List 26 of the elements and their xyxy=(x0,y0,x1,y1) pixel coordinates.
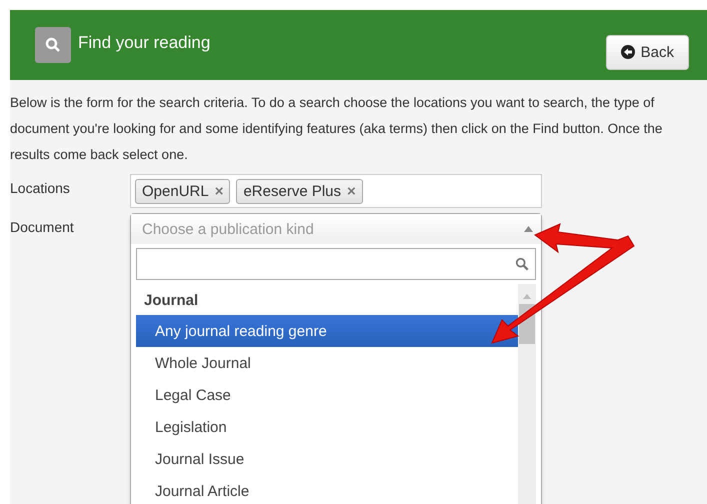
search-icon xyxy=(515,257,529,271)
scroll-up-icon xyxy=(523,294,531,299)
dropdown-placeholder: Choose a publication kind xyxy=(142,220,314,238)
option-group-label: Journal xyxy=(143,291,200,311)
document-dropdown[interactable]: Choose a publication kind Journal Any journal reading genre Whole Journal Legal Case Legislation Journal Issue Journal Article xyxy=(130,213,542,504)
caret-icon xyxy=(524,226,533,232)
remove-tag-button[interactable]: × xyxy=(347,182,356,200)
scrollbar[interactable] xyxy=(518,284,536,504)
dropdown-option[interactable]: Journal Article xyxy=(136,475,518,504)
back-button[interactable]: Back xyxy=(606,34,689,70)
remove-tag-button[interactable]: × xyxy=(214,182,224,200)
dropdown-option[interactable]: Legal Case xyxy=(136,379,518,411)
tag-label: eReserve Plus xyxy=(243,182,342,200)
back-icon xyxy=(620,45,635,59)
dropdown-option[interactable]: Any journal reading genre xyxy=(136,315,518,347)
dropdown-option[interactable]: Legislation xyxy=(136,411,518,443)
tag-label: OpenURL xyxy=(142,182,209,200)
field-label: Locations xyxy=(10,179,71,198)
locations-field[interactable]: OpenURL × eReserve Plus × xyxy=(130,174,542,208)
dropdown-option[interactable]: Journal Issue xyxy=(136,443,518,475)
field-label: Document xyxy=(10,218,75,237)
intro-text: Below is the form for the search criteria. To do a search choose the locations you want to search, the type of document you're looking for and some identifying features (aka terms) then click on the Find button. Once the results come back select one. xyxy=(10,94,664,164)
dropdown-option[interactable]: Whole Journal xyxy=(136,347,518,379)
dropdown-search-field[interactable] xyxy=(136,248,536,280)
page-title: Find your reading xyxy=(78,33,212,53)
search-icon xyxy=(35,27,71,63)
